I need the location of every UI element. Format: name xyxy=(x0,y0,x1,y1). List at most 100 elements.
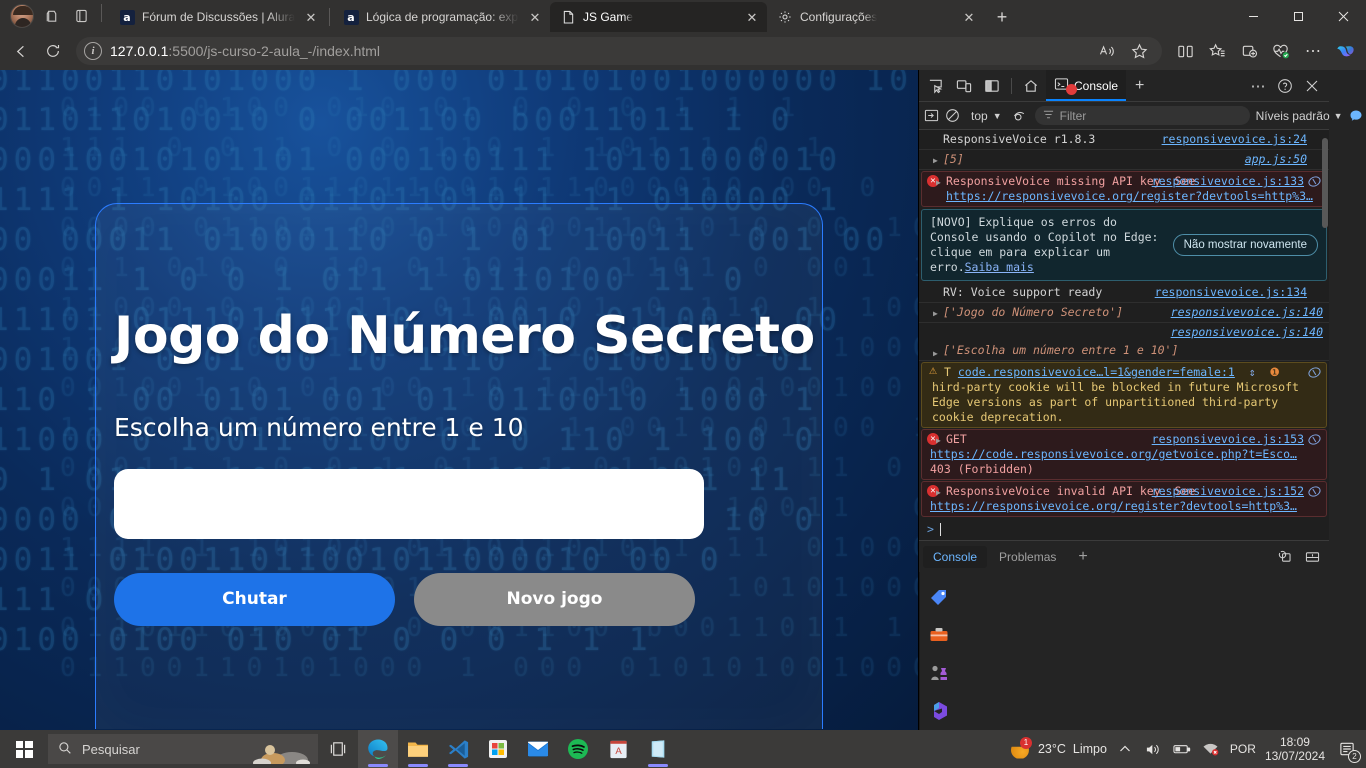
microsoft-365-icon[interactable] xyxy=(928,700,950,722)
collections-icon[interactable] xyxy=(1234,36,1264,66)
explain-warning-copilot-icon[interactable] xyxy=(1307,365,1322,380)
expand-arrow-icon[interactable]: ▶ xyxy=(936,433,941,448)
console-output[interactable]: ResponsiveVoice r1.8.3 responsivevoice.j… xyxy=(919,130,1329,540)
inspect-element-icon[interactable] xyxy=(923,73,949,99)
taskbar-onenote-icon[interactable] xyxy=(638,730,678,768)
dock-drawer-icon[interactable] xyxy=(1299,544,1325,570)
network-error-icon[interactable] xyxy=(1201,736,1221,762)
minimize-button[interactable] xyxy=(1231,0,1276,32)
close-tab-icon[interactable]: ✕ xyxy=(526,8,544,26)
message-source-link[interactable]: responsivevoice.js:134 xyxy=(1155,285,1307,300)
console-filter-input[interactable]: Filter xyxy=(1034,106,1250,125)
volume-icon[interactable] xyxy=(1143,736,1163,762)
battery-icon[interactable] xyxy=(1172,736,1192,762)
devtools-more-icon[interactable]: ⋯ xyxy=(1245,73,1271,99)
drawer-add-tab-button[interactable]: + xyxy=(1068,544,1097,570)
settings-and-more-icon[interactable]: ⋯ xyxy=(1298,36,1328,66)
message-source-link[interactable]: responsivevoice.js:133 xyxy=(1152,174,1304,189)
console-context-selector[interactable]: top ▼ xyxy=(966,107,1007,125)
drawer-tab-problemas[interactable]: Problemas xyxy=(989,546,1066,568)
restore-drawer-icon[interactable] xyxy=(1270,544,1296,570)
read-aloud-icon[interactable] xyxy=(1092,36,1122,66)
start-button[interactable] xyxy=(0,730,48,768)
tools-icon[interactable] xyxy=(928,624,950,646)
split-screen-icon[interactable] xyxy=(1170,36,1200,66)
cookie-source-link[interactable]: code.responsivevoice…l=1&gender=female:1 xyxy=(958,365,1235,379)
request-url-link[interactable]: https://code.responsivevoice.org/getvoic… xyxy=(930,447,1297,461)
maximize-button[interactable] xyxy=(1276,0,1321,32)
expand-arrow-icon[interactable]: ▶ xyxy=(936,175,941,190)
copilot-icon[interactable] xyxy=(1330,36,1360,66)
devtools-add-panel-button[interactable]: + xyxy=(1128,77,1151,95)
weather-widget[interactable]: 1 23°C Limpo xyxy=(1010,736,1107,760)
panel-layout-icon[interactable] xyxy=(979,73,1005,99)
error-register-link[interactable]: https://responsivevoice.org/register?dev… xyxy=(946,189,1313,203)
guess-input[interactable] xyxy=(114,468,704,539)
console-message-error[interactable]: ✕ ▶ GET responsivevoice.js:153 https://c… xyxy=(921,429,1327,480)
browser-tab-configuracoes[interactable]: Configurações ✕ xyxy=(767,2,984,32)
console-message-error[interactable]: ✕ ▶ ResponsiveVoice invalid API key. See… xyxy=(921,481,1327,517)
taskbar-edge-icon[interactable] xyxy=(358,730,398,768)
back-button[interactable] xyxy=(6,36,36,66)
browser-tab-logica[interactable]: a Lógica de programação: explore ✕ xyxy=(333,2,550,32)
favorite-star-icon[interactable] xyxy=(1124,36,1154,66)
console-message-log[interactable]: ResponsiveVoice r1.8.3 responsivevoice.j… xyxy=(919,130,1329,150)
issue-alert-icon[interactable]: ❶ xyxy=(1263,365,1279,379)
message-source-link[interactable]: app.js:50 xyxy=(1245,152,1307,167)
explain-error-copilot-icon[interactable] xyxy=(1307,432,1322,447)
drawer-tab-console[interactable]: Console xyxy=(923,545,988,568)
taskbar-spotify-icon[interactable] xyxy=(558,730,598,768)
close-window-button[interactable] xyxy=(1321,0,1366,32)
games-icon[interactable] xyxy=(928,662,950,684)
close-tab-icon[interactable]: ✕ xyxy=(302,8,320,26)
console-levels-selector[interactable]: Níveis padrão ▼ xyxy=(1256,109,1343,123)
notification-center-icon[interactable]: 2 xyxy=(1334,736,1361,763)
expand-arrow-icon[interactable]: ▶ xyxy=(933,153,938,168)
device-toolbar-icon[interactable] xyxy=(951,73,977,99)
close-tab-icon[interactable]: ✕ xyxy=(960,8,978,26)
learn-more-link[interactable]: Saiba mais xyxy=(965,260,1034,274)
browser-tab-forum[interactable]: a Fórum de Discussões | Alura - Cu ✕ xyxy=(109,2,326,32)
expand-arrow-icon[interactable]: ▶ xyxy=(933,346,938,361)
close-tab-icon[interactable]: ✕ xyxy=(743,8,761,26)
devtools-tab-console[interactable]: Console xyxy=(1046,70,1127,101)
taskbar-vscode-icon[interactable] xyxy=(438,730,478,768)
cookie-issue-icon[interactable]: ⇕ xyxy=(1242,365,1256,379)
tab-list-icon[interactable] xyxy=(68,3,94,29)
live-expression-icon[interactable] xyxy=(1013,103,1029,129)
console-message-array[interactable]: ▶ [5] app.js:50 xyxy=(919,150,1329,170)
message-source-link[interactable]: responsivevoice.js:24 xyxy=(1162,132,1307,147)
clear-console-icon[interactable] xyxy=(945,103,960,129)
reload-button[interactable] xyxy=(38,36,68,66)
browser-essentials-icon[interactable] xyxy=(1266,36,1296,66)
show-hidden-icons-icon[interactable] xyxy=(1116,736,1134,762)
console-sidebar-icon[interactable] xyxy=(924,103,939,129)
message-source-link[interactable]: responsivevoice.js:153 xyxy=(1152,432,1304,447)
taskbar-mail-icon[interactable] xyxy=(518,730,558,768)
favorites-icon[interactable] xyxy=(1202,36,1232,66)
console-message-array[interactable]: ▶ ['Escolha um número entre 1 e 10'] res… xyxy=(919,323,1329,361)
profile-avatar[interactable] xyxy=(10,4,34,28)
browser-tab-js-game[interactable]: JS Game ✕ xyxy=(550,2,767,32)
console-message-log[interactable]: RV: Voice support ready responsivevoice.… xyxy=(919,283,1329,303)
guess-button[interactable]: Chutar xyxy=(114,572,395,626)
devtools-close-icon[interactable] xyxy=(1299,73,1325,99)
message-source-link[interactable]: responsivevoice.js:152 xyxy=(1152,484,1304,499)
task-view-icon[interactable] xyxy=(318,730,358,768)
taskbar-powerpoint-icon[interactable]: A xyxy=(598,730,638,768)
taskbar-microsoft-store-icon[interactable] xyxy=(478,730,518,768)
console-message-error[interactable]: ✕ ▶ ResponsiveVoice missing API key. See… xyxy=(921,171,1327,207)
address-bar[interactable]: i 127.0.0.1:5500/js-curso-2-aula_-/index… xyxy=(76,37,1162,65)
tab-actions-icon[interactable] xyxy=(38,3,64,29)
console-message-warning[interactable]: ⚠ T code.responsivevoice…l=1&gender=fema… xyxy=(921,362,1327,428)
expand-arrow-icon[interactable]: ▶ xyxy=(933,306,938,321)
expand-arrow-icon[interactable]: ▶ xyxy=(936,485,941,500)
new-game-button[interactable]: Novo jogo xyxy=(414,572,695,626)
language-indicator[interactable]: POR xyxy=(1230,742,1256,756)
error-register-link[interactable]: https://responsivevoice.org/register?dev… xyxy=(930,499,1297,513)
console-prompt[interactable]: > xyxy=(919,518,1329,540)
home-icon[interactable] xyxy=(1018,73,1044,99)
message-source-link[interactable]: responsivevoice.js:140 xyxy=(1171,305,1323,320)
taskbar-file-explorer-icon[interactable] xyxy=(398,730,438,768)
message-source-link[interactable]: responsivevoice.js:140 xyxy=(1171,325,1323,340)
